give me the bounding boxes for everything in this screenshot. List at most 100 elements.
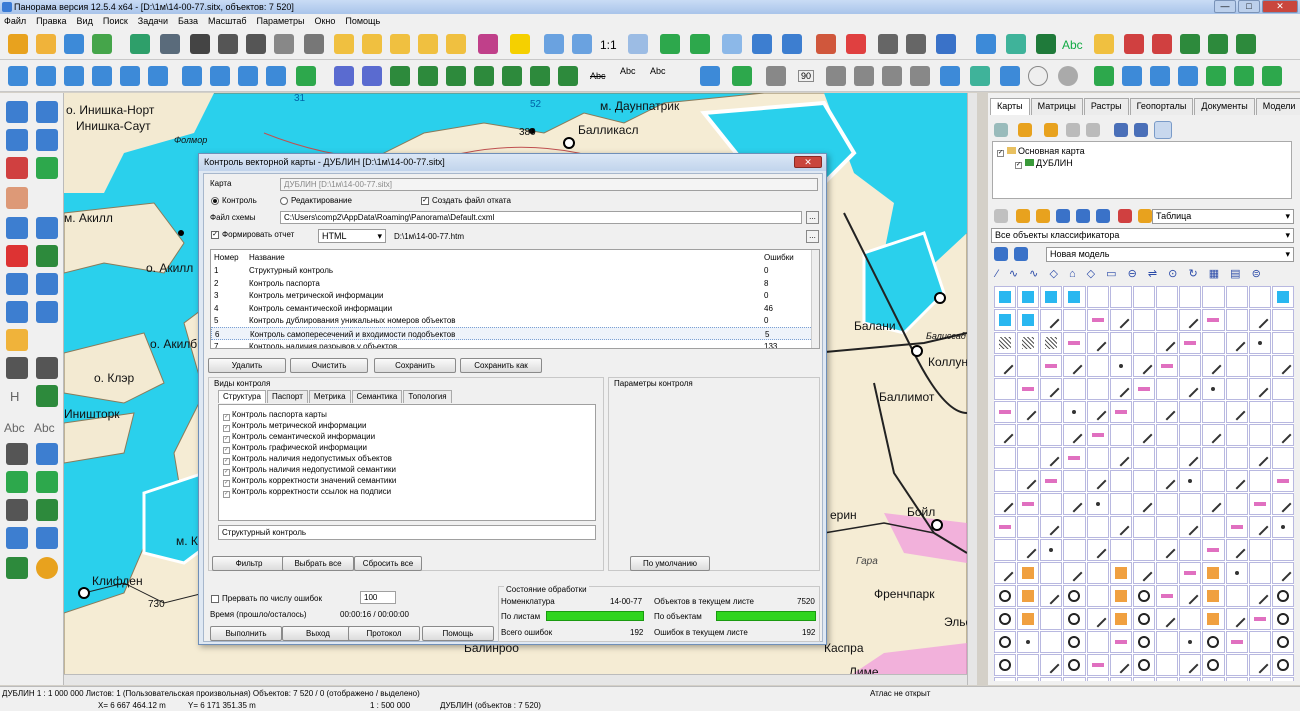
menu-tasks[interactable]: Задачи: [138, 14, 168, 28]
symbol-cell[interactable]: [1179, 470, 1202, 492]
checkbox-icon[interactable]: ✓: [223, 414, 230, 421]
symbol-cell[interactable]: [994, 562, 1017, 584]
symbol-cell[interactable]: [1179, 516, 1202, 538]
symbol-cell[interactable]: [1063, 677, 1086, 681]
scale-1-1-label[interactable]: 1:1: [600, 38, 617, 52]
tab-matrices[interactable]: Матрицы: [1030, 98, 1083, 115]
symbol-cell[interactable]: [1179, 286, 1202, 308]
tab-geoportals[interactable]: Геопорталы: [1129, 98, 1194, 115]
symbol-cell[interactable]: [1225, 677, 1248, 681]
symbol-cell[interactable]: [1156, 401, 1179, 423]
height-h-icon[interactable]: H: [10, 389, 19, 404]
symbol-cell[interactable]: [1179, 493, 1202, 515]
symbol-cell[interactable]: [1132, 539, 1156, 561]
symbol-cell[interactable]: [1132, 470, 1156, 492]
symbol-cell[interactable]: [1179, 309, 1202, 331]
symbol-cell[interactable]: [1202, 516, 1225, 538]
symbol-cell[interactable]: [1063, 654, 1086, 676]
symbol-cell[interactable]: [1156, 539, 1179, 561]
check-item[interactable]: ✓ Контроль корректности ссылок на подписи: [223, 487, 391, 498]
save-button[interactable]: Сохранить: [374, 358, 456, 373]
symbol-cell[interactable]: [1109, 608, 1132, 630]
save-icon[interactable]: [92, 34, 112, 54]
symbol-cell[interactable]: [1086, 286, 1109, 308]
symbol-cell[interactable]: [1132, 378, 1156, 400]
symbol-cell[interactable]: [1225, 378, 1248, 400]
checkbox-icon[interactable]: ✓: [223, 480, 230, 487]
edit-line-icon[interactable]: [6, 187, 28, 209]
symbol-cell[interactable]: [1132, 286, 1156, 308]
target-icon[interactable]: [1058, 66, 1078, 86]
symbol-cell[interactable]: [1271, 470, 1294, 492]
symbol-cell[interactable]: [1271, 562, 1294, 584]
symbol-cell[interactable]: [1132, 654, 1156, 676]
check-item[interactable]: ✓ Контроль наличия недопустимых объектов: [223, 454, 392, 465]
pencil-icon[interactable]: [1094, 34, 1114, 54]
symbol-cell[interactable]: [1017, 378, 1040, 400]
copy-object-icon-6[interactable]: [558, 66, 578, 86]
deselect-icon[interactable]: [446, 34, 466, 54]
report-checkbox[interactable]: ✓: [211, 231, 219, 239]
symbol-cell[interactable]: [1063, 493, 1086, 515]
node-join-icon[interactable]: [148, 66, 168, 86]
symbol-cell[interactable]: [1248, 654, 1271, 676]
minimize-button[interactable]: —: [1214, 0, 1236, 13]
symbol-cell[interactable]: [1086, 309, 1109, 331]
symbol-cell[interactable]: [1040, 562, 1063, 584]
layer-icon[interactable]: [36, 499, 58, 521]
grid-icon[interactable]: [826, 66, 846, 86]
snap-icon[interactable]: [182, 66, 202, 86]
symbol-cell[interactable]: [1017, 562, 1040, 584]
default-button[interactable]: По умолчанию: [630, 556, 710, 571]
symbol-cell[interactable]: [1202, 378, 1225, 400]
symbol-cell[interactable]: [1271, 654, 1294, 676]
copy-object-icon-3[interactable]: [474, 66, 494, 86]
link-icon-2[interactable]: [1134, 123, 1148, 137]
symbol-cell[interactable]: [1040, 470, 1063, 492]
check-item[interactable]: ✓ Контроль семантической информации: [223, 432, 375, 443]
symbol-cell[interactable]: [1202, 654, 1225, 676]
symbol-cell[interactable]: [1225, 631, 1248, 653]
map-vertical-scrollbar[interactable]: [967, 93, 977, 685]
draw-pen-icon-2[interactable]: [362, 66, 382, 86]
tree-root[interactable]: ✓ Основная карта: [997, 146, 1085, 157]
symbol-cell[interactable]: [1202, 585, 1225, 607]
cut-object-icon[interactable]: [1122, 66, 1142, 86]
table-scrollbar[interactable]: [811, 250, 819, 348]
model-icon-2[interactable]: [1014, 247, 1028, 261]
symbol-cell[interactable]: [1040, 309, 1063, 331]
symbol-cell[interactable]: [1271, 332, 1294, 354]
polyline-icon[interactable]: [976, 34, 996, 54]
legend-icon-2[interactable]: [1138, 209, 1152, 223]
symbol-cell[interactable]: [1271, 424, 1294, 446]
symbol-cell[interactable]: [1271, 677, 1294, 681]
symbol-cell[interactable]: [1248, 309, 1271, 331]
symbol-cell[interactable]: [1132, 585, 1156, 607]
symbol-cell[interactable]: [1132, 401, 1156, 423]
symbol-cell[interactable]: [1017, 424, 1040, 446]
delete-x-icon[interactable]: [6, 245, 28, 267]
copy-green-icon[interactable]: [36, 471, 58, 493]
layers-green-icon-2[interactable]: [1208, 34, 1228, 54]
symbol-cell[interactable]: [1132, 424, 1156, 446]
symbol-cell[interactable]: [1109, 677, 1132, 681]
split-icon[interactable]: [6, 217, 28, 239]
measure-icon-2[interactable]: [732, 66, 752, 86]
symbol-cell[interactable]: [1017, 286, 1040, 308]
text-rotate-icon[interactable]: Abc: [620, 66, 636, 76]
select-icon[interactable]: [362, 34, 382, 54]
symbol-cell[interactable]: [1179, 585, 1202, 607]
symbol-cell[interactable]: [1248, 470, 1271, 492]
symbol-cell[interactable]: [1040, 355, 1063, 377]
cut-object-icon-4[interactable]: [1206, 66, 1226, 86]
binoculars-icon-2[interactable]: [218, 34, 238, 54]
eraser-icon[interactable]: [334, 34, 354, 54]
zoom-window-icon[interactable]: [628, 34, 648, 54]
move-icon-2[interactable]: [36, 273, 58, 295]
symbol-cell[interactable]: [1132, 493, 1156, 515]
symbol-cell[interactable]: [1017, 516, 1040, 538]
menu-scale[interactable]: Масштаб: [208, 14, 247, 28]
symbol-cell[interactable]: [1063, 309, 1086, 331]
gear-icon[interactable]: [36, 557, 58, 579]
symbol-cell[interactable]: [1179, 447, 1202, 469]
